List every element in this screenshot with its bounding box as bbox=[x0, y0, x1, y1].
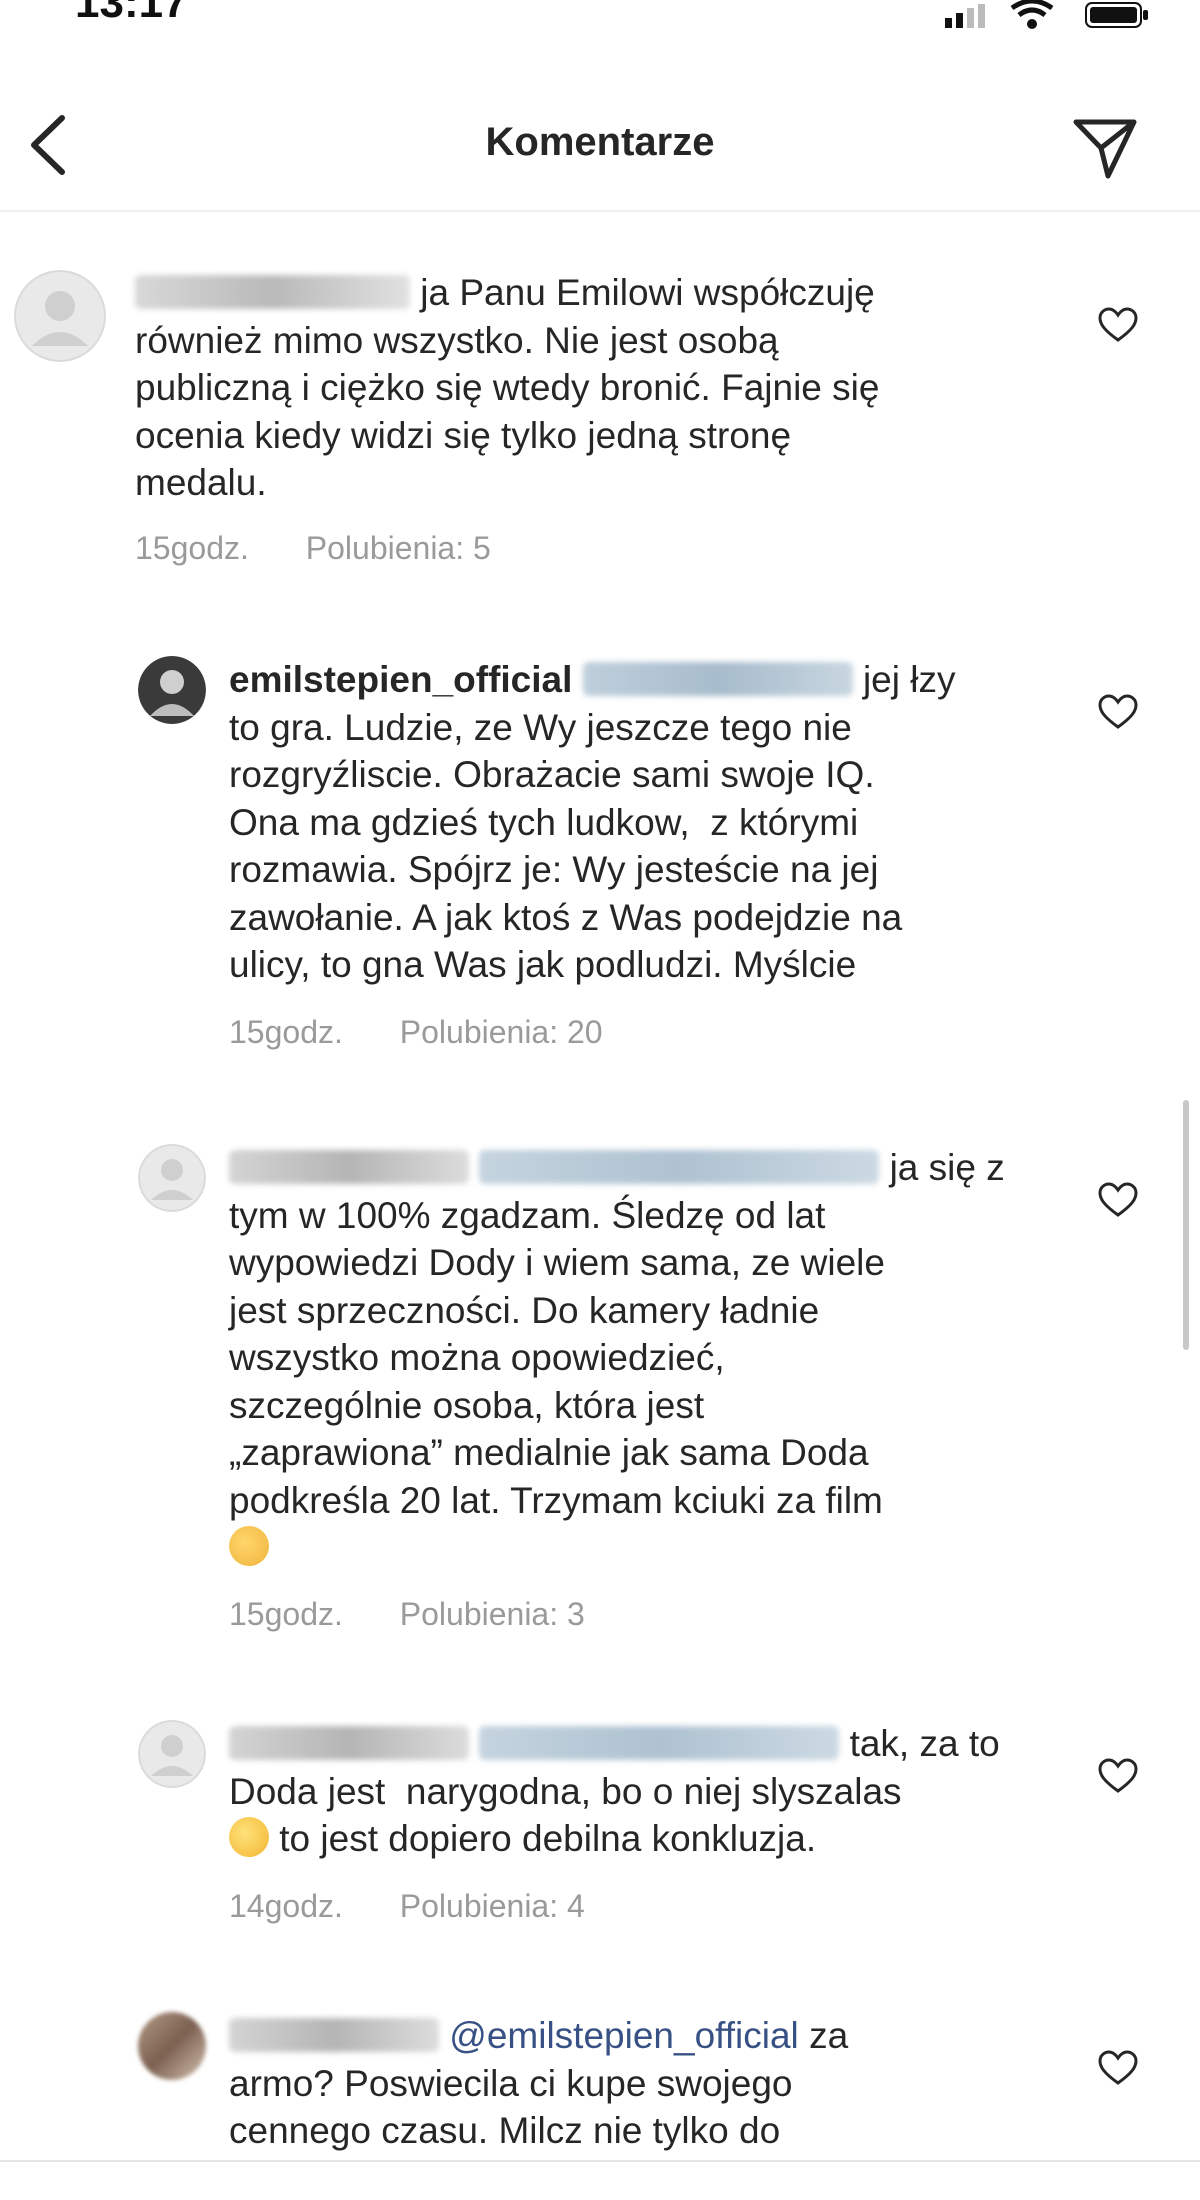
comment-time: 15godz. bbox=[229, 1014, 343, 1050]
laughing-face-emoji bbox=[229, 1817, 269, 1857]
comment-meta: 15godz. Polubienia: 20 bbox=[229, 1014, 651, 1051]
heart-icon[interactable] bbox=[1098, 307, 1138, 343]
comment-item: emilstepien_official jej łzy to gra. Lud… bbox=[0, 652, 1200, 1072]
heart-icon[interactable] bbox=[1098, 694, 1138, 730]
avatar[interactable] bbox=[138, 2012, 206, 2080]
avatar[interactable] bbox=[138, 1144, 206, 1212]
page-title: Komentarze bbox=[485, 120, 715, 164]
comment-mention[interactable]: @emilstepien_official bbox=[449, 2015, 799, 2056]
comment-item: ja się z tym w 100% zgadzam. Śledzę od l… bbox=[0, 1140, 1200, 1640]
comment-text: @emilstepien_official za armo? Poswiecil… bbox=[229, 2015, 849, 2151]
heart-icon[interactable] bbox=[1098, 2050, 1138, 2086]
comment-item: tak, za to Doda jest narygodna, bo o nie… bbox=[0, 1716, 1200, 1946]
status-bar: 13:17 bbox=[0, 0, 1200, 40]
scrollbar[interactable] bbox=[1183, 1100, 1189, 1350]
username-redacted[interactable] bbox=[229, 2018, 439, 2052]
status-time: 13:17 bbox=[75, 0, 188, 27]
divider bbox=[0, 2160, 1200, 2162]
likes-count[interactable]: Polubienia: 20 bbox=[400, 1014, 603, 1050]
comment-time: 15godz. bbox=[135, 530, 249, 566]
likes-count[interactable]: Polubienia: 5 bbox=[306, 530, 491, 566]
clapping-hands-emoji bbox=[229, 1526, 269, 1566]
avatar[interactable] bbox=[138, 1720, 206, 1788]
wifi-icon bbox=[1010, 0, 1054, 29]
send-icon[interactable] bbox=[1068, 110, 1142, 184]
likes-count[interactable]: Polubienia: 4 bbox=[400, 1888, 585, 1924]
username-redacted[interactable] bbox=[135, 275, 410, 309]
comment-username[interactable]: emilstepien_official bbox=[229, 659, 572, 700]
mention-redacted[interactable] bbox=[582, 662, 853, 696]
comment-meta: 15godz. Polubienia: 5 bbox=[135, 530, 539, 567]
comment-meta: 14godz. Polubienia: 4 bbox=[229, 1888, 633, 1925]
comment-meta: 15godz. Polubienia: 3 bbox=[229, 1596, 633, 1633]
likes-count[interactable]: Polubienia: 3 bbox=[400, 1596, 585, 1632]
comment-text: tak, za to Doda jest narygodna, bo o nie… bbox=[229, 1723, 1000, 1859]
heart-icon[interactable] bbox=[1098, 1758, 1138, 1794]
comment-text: ja się z tym w 100% zgadzam. Śledzę od l… bbox=[229, 1144, 1005, 1572]
comment-time: 14godz. bbox=[229, 1888, 343, 1924]
username-redacted[interactable] bbox=[229, 1726, 469, 1760]
avatar[interactable] bbox=[138, 656, 206, 724]
comment-time: 15godz. bbox=[229, 1596, 343, 1632]
comment-item: @emilstepien_official za armo? Poswiecil… bbox=[0, 2008, 1200, 2160]
comment-item: ja Panu Emilowi współczuję również mimo … bbox=[0, 265, 1200, 595]
username-redacted[interactable] bbox=[229, 1150, 469, 1184]
mention-redacted[interactable] bbox=[479, 1726, 840, 1760]
comments-header: Komentarze bbox=[0, 80, 1200, 212]
mention-redacted[interactable] bbox=[479, 1150, 880, 1184]
heart-icon[interactable] bbox=[1098, 1182, 1138, 1218]
comment-text: emilstepien_official jej łzy to gra. Lud… bbox=[229, 659, 956, 985]
avatar[interactable] bbox=[14, 270, 106, 362]
signal-icon bbox=[945, 4, 985, 28]
battery-icon bbox=[1085, 2, 1148, 28]
comment-text: ja Panu Emilowi współczuję również mimo … bbox=[135, 272, 880, 503]
